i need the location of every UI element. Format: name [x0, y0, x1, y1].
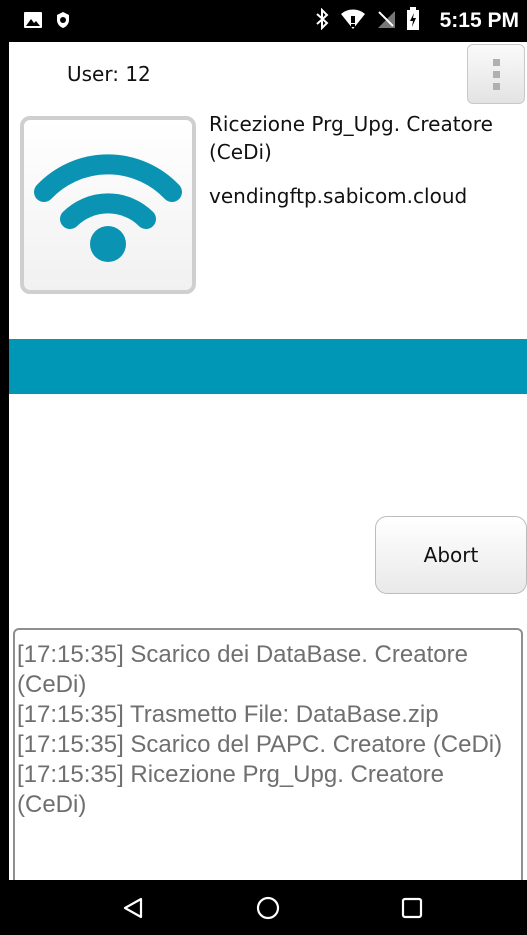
- connection-tile: [20, 116, 196, 294]
- cellular-no-signal-icon: [376, 9, 396, 33]
- abort-button[interactable]: Abort: [375, 516, 527, 594]
- status-right-icons: 5:15 PM: [314, 7, 519, 35]
- home-button[interactable]: [252, 892, 284, 924]
- status-left-icons: [23, 10, 71, 34]
- task-title: Ricezione Prg_Upg. Creatore (CeDi): [209, 112, 493, 164]
- log-panel[interactable]: [17:15:35] Scarico dei DataBase. Creator…: [13, 628, 523, 898]
- device-frame: 5:15 PM User: 12 Ricezione Prg_Upg. Crea…: [0, 0, 527, 935]
- bluetooth-icon: [314, 7, 330, 34]
- wifi-icon: [34, 154, 182, 262]
- overflow-menu-dot: [492, 70, 500, 78]
- recents-icon: [401, 897, 423, 919]
- user-label: User: 12: [67, 62, 151, 86]
- log-line: [17:15:35] Ricezione Prg_Upg. Creatore (…: [17, 761, 444, 818]
- log-line: [17:15:35] Scarico dei DataBase. Creator…: [17, 641, 468, 698]
- recents-button[interactable]: [396, 892, 428, 924]
- wifi-signal-icon: [340, 8, 366, 34]
- back-button[interactable]: [117, 892, 149, 924]
- vpn-shield-icon: [55, 11, 71, 33]
- host-label: vendingftp.sabicom.cloud: [209, 184, 468, 208]
- progress-bar: [9, 339, 527, 394]
- app-screen: 5:15 PM User: 12 Ricezione Prg_Upg. Crea…: [9, 0, 527, 935]
- overflow-menu-button[interactable]: [467, 44, 525, 104]
- log-line: [17:15:35] Trasmetto File: DataBase.zip: [17, 701, 439, 728]
- overflow-menu-dot: [492, 82, 500, 90]
- status-time: 5:15 PM: [439, 9, 519, 32]
- navigation-bar: [9, 880, 527, 935]
- back-icon: [123, 897, 143, 919]
- overflow-menu-icon: [492, 58, 500, 66]
- log-line: [17:15:35] Scarico del PAPC. Creatore (C…: [17, 731, 503, 758]
- home-icon: [256, 896, 280, 920]
- image-notification-icon: [23, 10, 43, 34]
- status-bar: 5:15 PM: [9, 0, 527, 42]
- battery-charging-icon: [406, 7, 420, 35]
- progress-fill: [9, 339, 527, 394]
